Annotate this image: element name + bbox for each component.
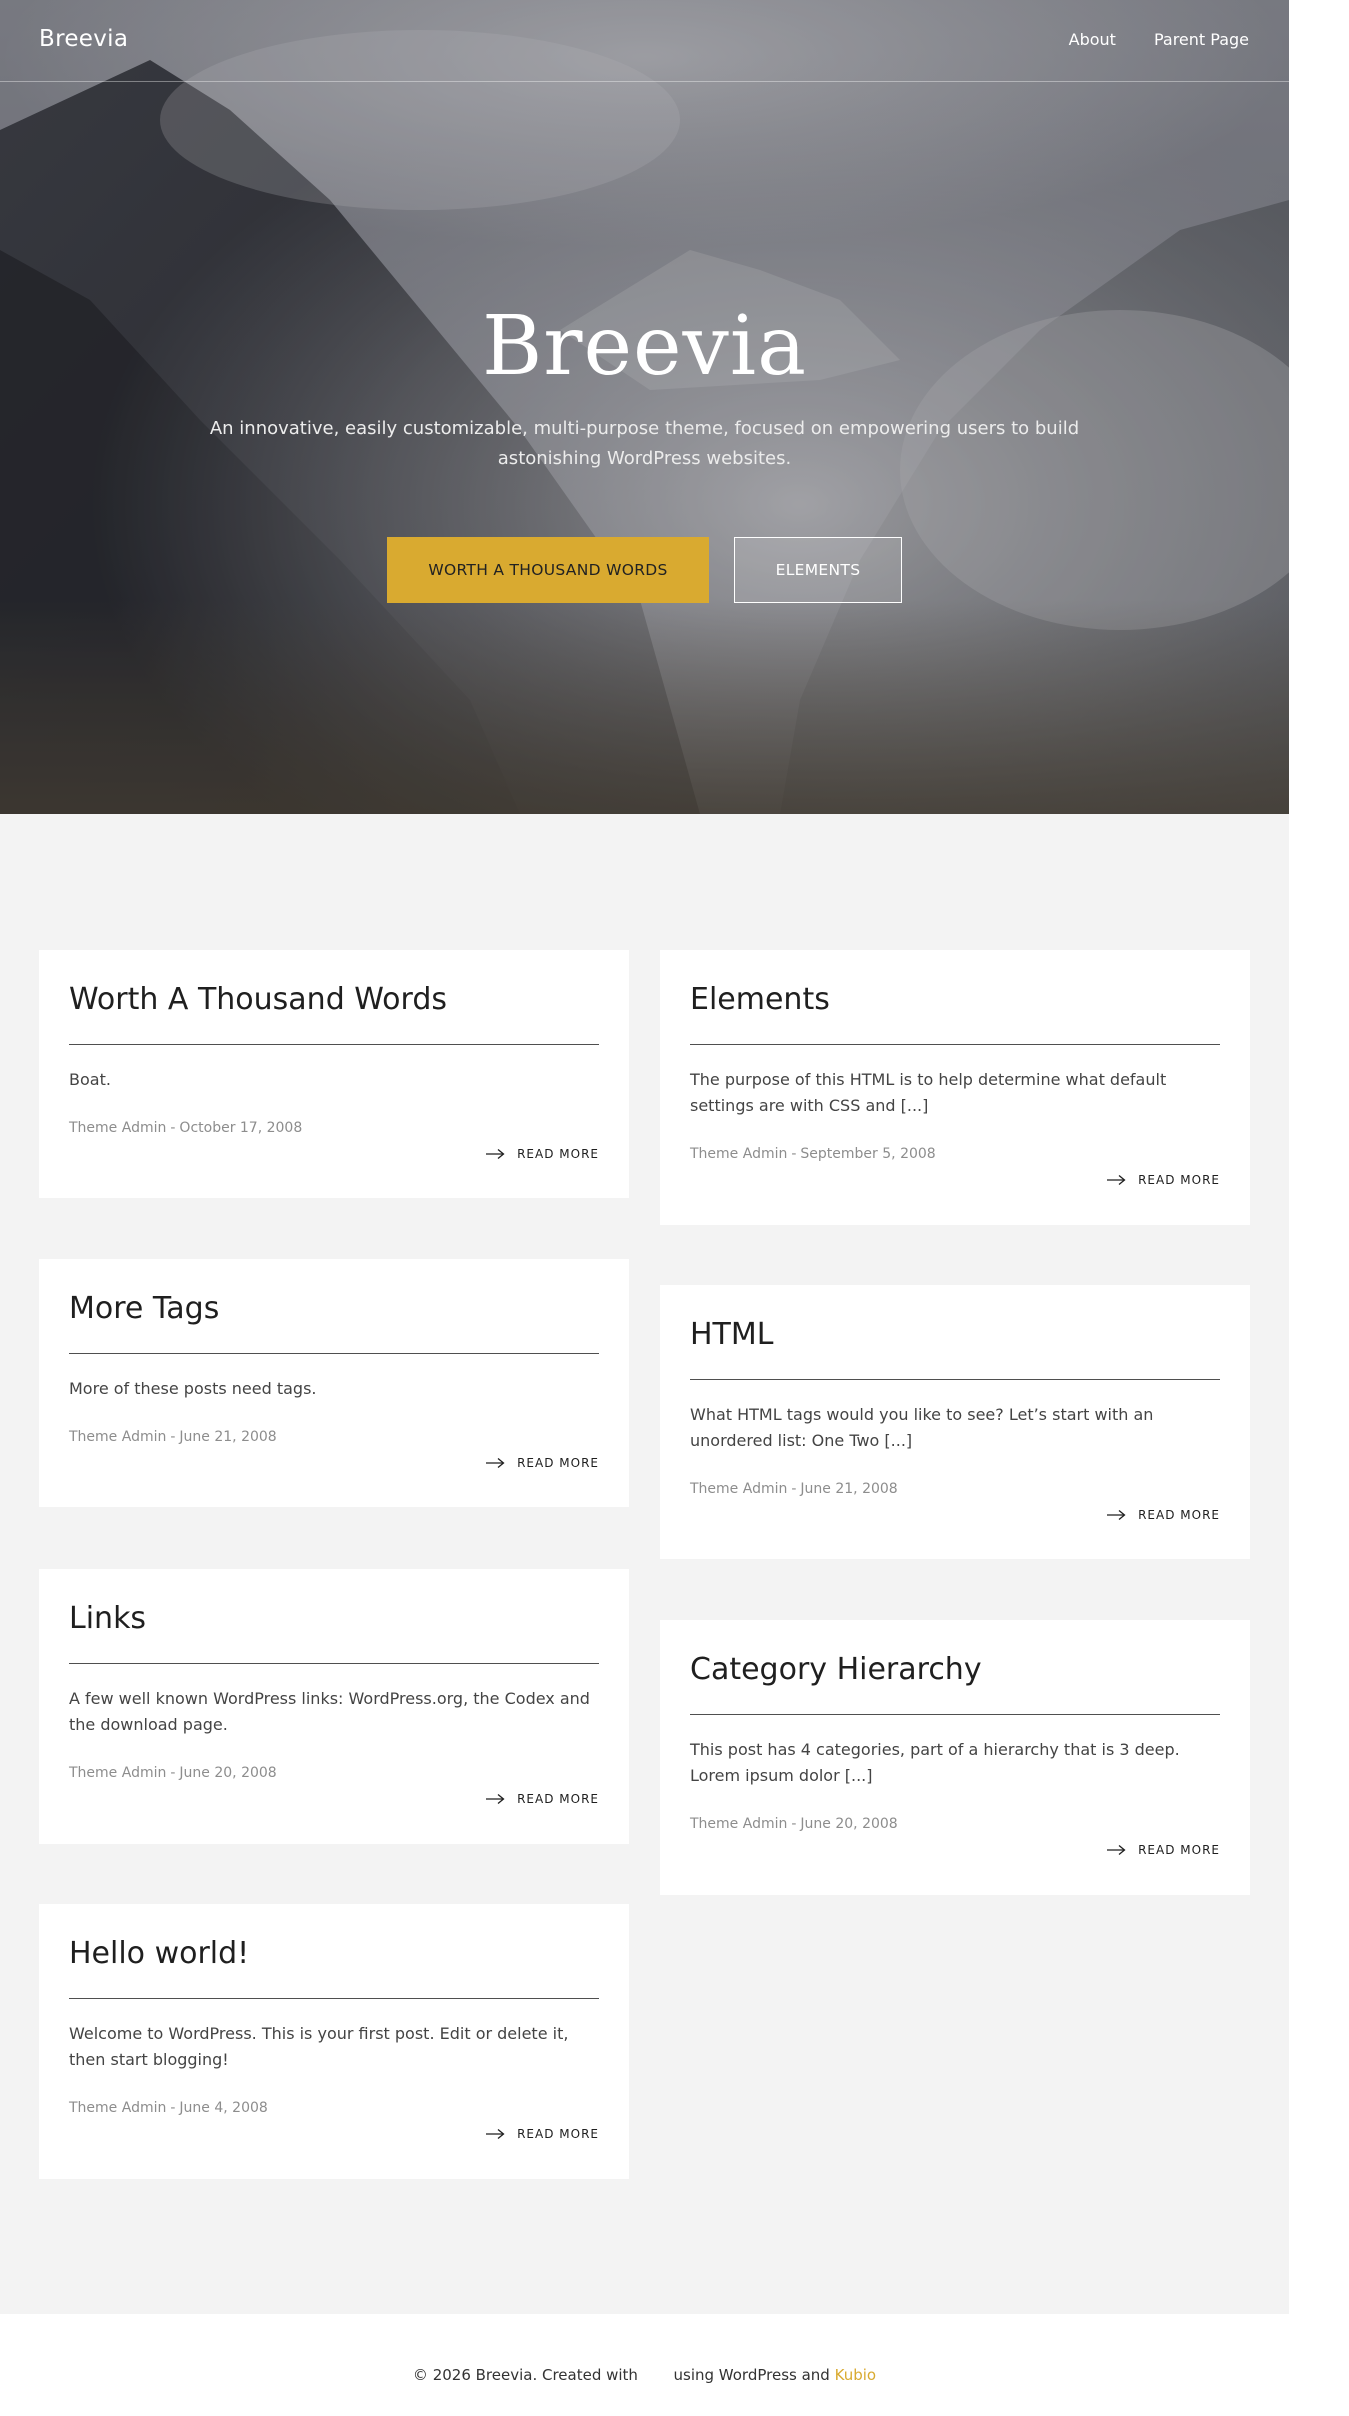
hero-section: Breevia About Parent Page Breevia An inn… xyxy=(0,0,1289,814)
read-more-link[interactable]: READ MORE xyxy=(485,1144,599,1164)
read-more-label: READ MORE xyxy=(1138,1508,1220,1522)
post-excerpt: A few well known WordPress links: WordPr… xyxy=(69,1689,590,1734)
post-author-link[interactable]: Theme Admin xyxy=(690,1481,787,1497)
read-more-label: READ MORE xyxy=(517,1456,599,1470)
read-more-link[interactable]: READ MORE xyxy=(485,2124,599,2144)
post-author-link[interactable]: Theme Admin xyxy=(69,2100,166,2116)
post-date-link[interactable]: September 5, 2008 xyxy=(800,1146,935,1162)
footer-kubio-link[interactable]: Kubio xyxy=(835,2366,876,2384)
post-excerpt: This post has 4 categories, part of a hi… xyxy=(690,1740,1180,1785)
post-date-link[interactable]: June 21, 2008 xyxy=(800,1481,897,1497)
footer-credits: © 2026 Breevia. Created with using WordP… xyxy=(0,2364,1289,2386)
post-date-link[interactable]: June 21, 2008 xyxy=(179,1429,276,1445)
hero-background-image xyxy=(0,0,1289,814)
post-title-link[interactable]: Hello world! xyxy=(69,1934,249,1974)
post-date-link[interactable]: June 4, 2008 xyxy=(179,2100,267,2116)
post-title-divider xyxy=(690,1379,1220,1380)
site-logo[interactable]: Breevia xyxy=(39,26,128,52)
arrow-right-icon xyxy=(1107,1509,1126,1521)
meta-separator: - xyxy=(791,1481,797,1497)
footer-using-text: using WordPress and xyxy=(673,2366,830,2384)
post-card: Worth A Thousand Words Boat. Theme Admin… xyxy=(39,950,629,1198)
post-excerpt: Boat. xyxy=(69,1070,111,1089)
post-author-link[interactable]: Theme Admin xyxy=(69,1120,166,1136)
post-title-link[interactable]: Category Hierarchy xyxy=(690,1650,982,1690)
meta-separator: - xyxy=(791,1146,797,1162)
top-navigation-bar: Breevia About Parent Page xyxy=(0,0,1289,82)
meta-separator: - xyxy=(170,1765,176,1781)
post-title-link[interactable]: Links xyxy=(69,1599,146,1639)
page: Breevia About Parent Page Breevia An inn… xyxy=(0,0,1289,2416)
meta-separator: - xyxy=(791,1816,797,1832)
post-title-divider xyxy=(69,1044,599,1045)
post-title-link[interactable]: More Tags xyxy=(69,1289,219,1329)
read-more-label: READ MORE xyxy=(1138,1843,1220,1857)
hero-secondary-button[interactable]: ELEMENTS xyxy=(734,537,902,603)
post-title-link[interactable]: HTML xyxy=(690,1315,773,1355)
post-title-link[interactable]: Worth A Thousand Words xyxy=(69,980,447,1020)
read-more-label: READ MORE xyxy=(517,1147,599,1161)
post-title-divider xyxy=(690,1044,1220,1045)
read-more-link[interactable]: READ MORE xyxy=(1106,1505,1220,1525)
read-more-label: READ MORE xyxy=(517,2127,599,2141)
post-meta: Theme Admin - June 21, 2008 xyxy=(69,1427,277,1447)
post-title-divider xyxy=(69,1663,599,1664)
post-meta: Theme Admin - September 5, 2008 xyxy=(690,1144,936,1164)
post-excerpt: More of these posts need tags. xyxy=(69,1379,317,1398)
post-card: Hello world! Welcome to WordPress. This … xyxy=(39,1904,629,2179)
post-title-divider xyxy=(69,1998,599,1999)
hero-primary-button[interactable]: WORTH A THOUSAND WORDS xyxy=(387,537,709,603)
post-card: Category Hierarchy This post has 4 categ… xyxy=(660,1620,1250,1895)
arrow-right-icon xyxy=(486,2128,505,2140)
post-author-link[interactable]: Theme Admin xyxy=(690,1816,787,1832)
hero-subtitle: An innovative, easily customizable, mult… xyxy=(209,418,1080,469)
arrow-right-icon xyxy=(1107,1174,1126,1186)
post-meta: Theme Admin - June 20, 2008 xyxy=(690,1814,898,1834)
hero-title: Breevia xyxy=(482,299,807,394)
meta-separator: - xyxy=(170,1429,176,1445)
post-title-divider xyxy=(69,1353,599,1354)
read-more-label: READ MORE xyxy=(517,1792,599,1806)
meta-separator: - xyxy=(170,2100,176,2116)
post-excerpt: Welcome to WordPress. This is your first… xyxy=(69,2024,569,2069)
post-author-link[interactable]: Theme Admin xyxy=(690,1146,787,1162)
post-date-link[interactable]: June 20, 2008 xyxy=(800,1816,897,1832)
post-title-link[interactable]: Elements xyxy=(690,980,830,1020)
arrow-right-icon xyxy=(486,1457,505,1469)
post-title-divider xyxy=(690,1714,1220,1715)
arrow-right-icon xyxy=(486,1148,505,1160)
post-author-link[interactable]: Theme Admin xyxy=(69,1429,166,1445)
main-menu: About Parent Page xyxy=(1069,30,1249,49)
post-date-link[interactable]: June 20, 2008 xyxy=(179,1765,276,1781)
nav-link-parent-page[interactable]: Parent Page xyxy=(1154,30,1249,49)
post-date-link[interactable]: October 17, 2008 xyxy=(179,1120,302,1136)
read-more-link[interactable]: READ MORE xyxy=(485,1453,599,1473)
site-footer: © 2026 Breevia. Created with using WordP… xyxy=(0,2314,1289,2416)
post-excerpt: The purpose of this HTML is to help dete… xyxy=(690,1070,1167,1115)
read-more-link[interactable]: READ MORE xyxy=(1106,1170,1220,1190)
post-card: Elements The purpose of this HTML is to … xyxy=(660,950,1250,1225)
post-meta: Theme Admin - June 20, 2008 xyxy=(69,1763,277,1783)
nav-link-about[interactable]: About xyxy=(1069,30,1116,49)
footer-copyright: © 2026 Breevia. Created with xyxy=(412,2366,638,2384)
post-card: Links A few well known WordPress links: … xyxy=(39,1569,629,1844)
meta-separator: - xyxy=(170,1120,176,1136)
read-more-link[interactable]: READ MORE xyxy=(1106,1840,1220,1860)
read-more-link[interactable]: READ MORE xyxy=(485,1789,599,1809)
arrow-right-icon xyxy=(486,1793,505,1805)
read-more-label: READ MORE xyxy=(1138,1173,1220,1187)
post-card: More Tags More of these posts need tags.… xyxy=(39,1259,629,1507)
post-meta: Theme Admin - October 17, 2008 xyxy=(69,1118,302,1138)
post-card: HTML What HTML tags would you like to se… xyxy=(660,1285,1250,1559)
arrow-right-icon xyxy=(1107,1844,1126,1856)
post-excerpt: What HTML tags would you like to see? Le… xyxy=(690,1405,1154,1450)
post-author-link[interactable]: Theme Admin xyxy=(69,1765,166,1781)
post-meta: Theme Admin - June 21, 2008 xyxy=(690,1479,898,1499)
post-meta: Theme Admin - June 4, 2008 xyxy=(69,2098,268,2118)
